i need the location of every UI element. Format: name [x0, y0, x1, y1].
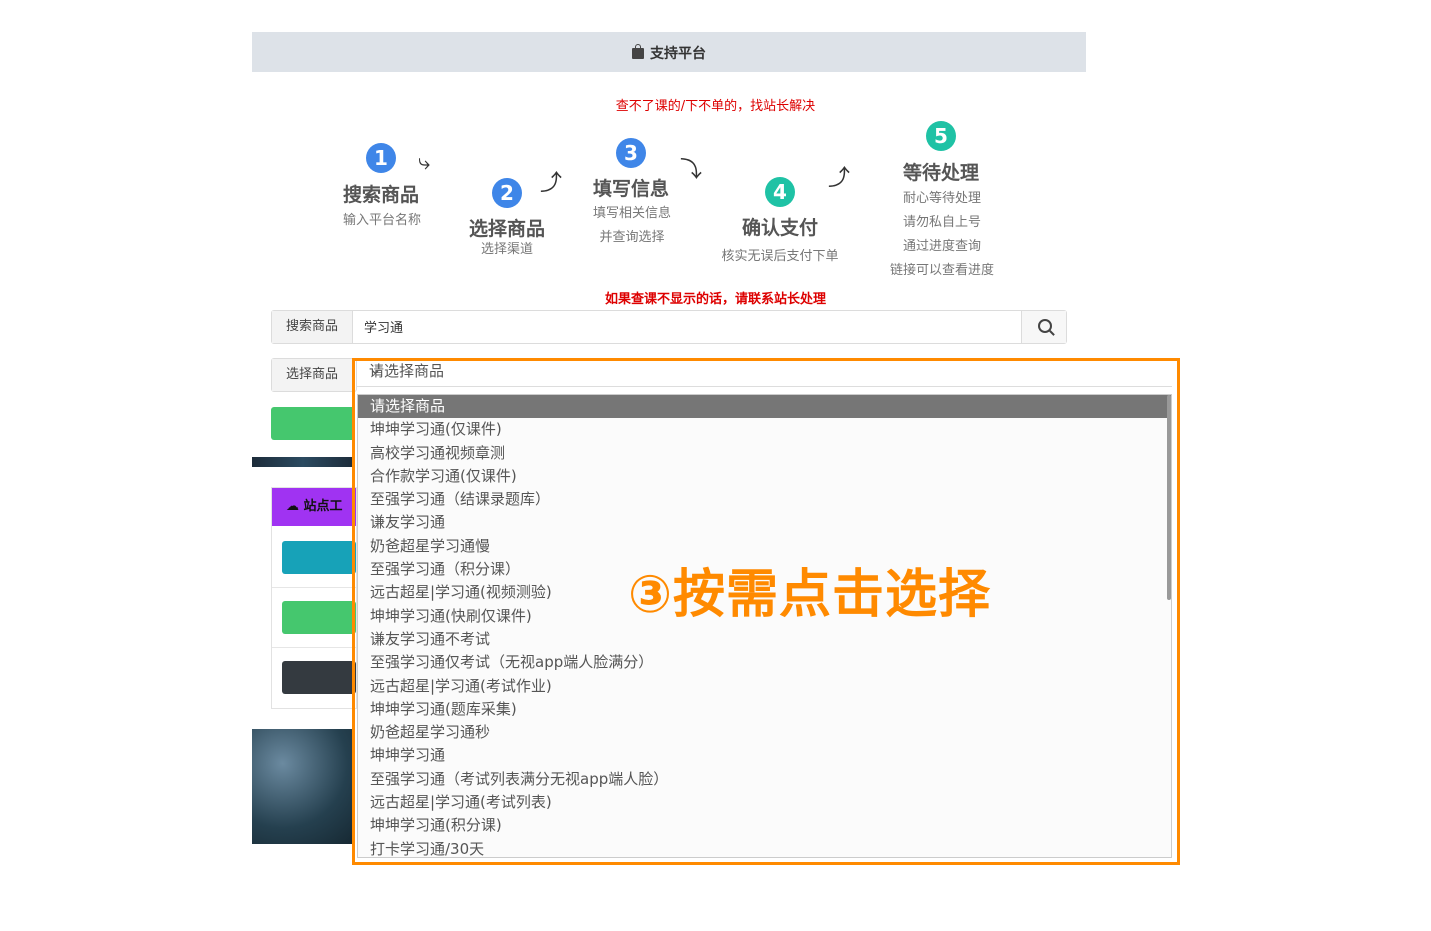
step-3-desc-2: 并查询选择: [599, 230, 665, 245]
select-label: 选择商品: [272, 359, 352, 391]
site-tools-panel-header: ☁ 站点工: [272, 488, 356, 526]
step-4-badge: 4: [765, 177, 795, 207]
dashed-arrow-icon: ⤷: [418, 150, 431, 175]
step-4-desc: 核实无误后支付下单: [721, 249, 839, 264]
step-5-desc-1: 耐心等待处理: [902, 191, 981, 206]
header-bar: 支持平台: [252, 32, 1086, 72]
instruction-callout: ③按需点击选择: [628, 565, 992, 625]
site-tools-panel-title: 站点工: [303, 499, 343, 514]
step-1-badge: 1: [366, 143, 396, 173]
step-4-title: 确认支付: [741, 217, 818, 239]
search-button[interactable]: [1021, 311, 1066, 343]
cloud-icon: ☁: [286, 499, 299, 514]
step-3-badge: 3: [616, 138, 646, 168]
step-3-desc-1: 填写相关信息: [592, 206, 671, 221]
dashed-arrow-icon: ⤵: [680, 158, 703, 183]
notice-top: 查不了课的/下不单的，找站长解决: [615, 99, 816, 114]
search-input[interactable]: [354, 311, 1034, 341]
dashed-arrow-icon: ⤴: [828, 166, 851, 191]
panel-button-2[interactable]: [282, 601, 356, 634]
step-5-desc-2: 请勿私自上号: [902, 215, 981, 230]
panel-divider: [272, 647, 356, 648]
step-5-desc-3: 通过进度查询: [902, 239, 981, 254]
notice-bottom: 如果查课不显示的话，请联系站长处理: [604, 292, 826, 307]
step-2-badge: 2: [492, 178, 522, 208]
header-title: 支持平台: [252, 43, 1086, 63]
search-group: 搜索商品: [271, 310, 1067, 344]
header-title-text: 支持平台: [650, 46, 706, 62]
step-1-title: 搜索商品: [342, 184, 419, 206]
search-icon: [1038, 319, 1052, 333]
site-tools-panel: ☁ 站点工: [271, 487, 357, 709]
panel-button-3[interactable]: [282, 661, 356, 694]
banner-strip: [252, 457, 354, 467]
step-5-desc-4: 链接可以查看进度: [889, 263, 994, 278]
submit-button[interactable]: [271, 407, 355, 440]
search-label: 搜索商品: [272, 311, 353, 343]
panel-button-1[interactable]: [282, 541, 356, 574]
step-5-title: 等待处理: [902, 162, 979, 184]
select-group: 选择商品: [271, 358, 357, 392]
step-5-badge: 5: [926, 121, 956, 151]
dashed-arrow-icon: ⤴: [540, 171, 563, 196]
shopping-bag-icon: [632, 44, 644, 59]
background-image: [252, 729, 354, 844]
panel-divider: [272, 587, 356, 588]
